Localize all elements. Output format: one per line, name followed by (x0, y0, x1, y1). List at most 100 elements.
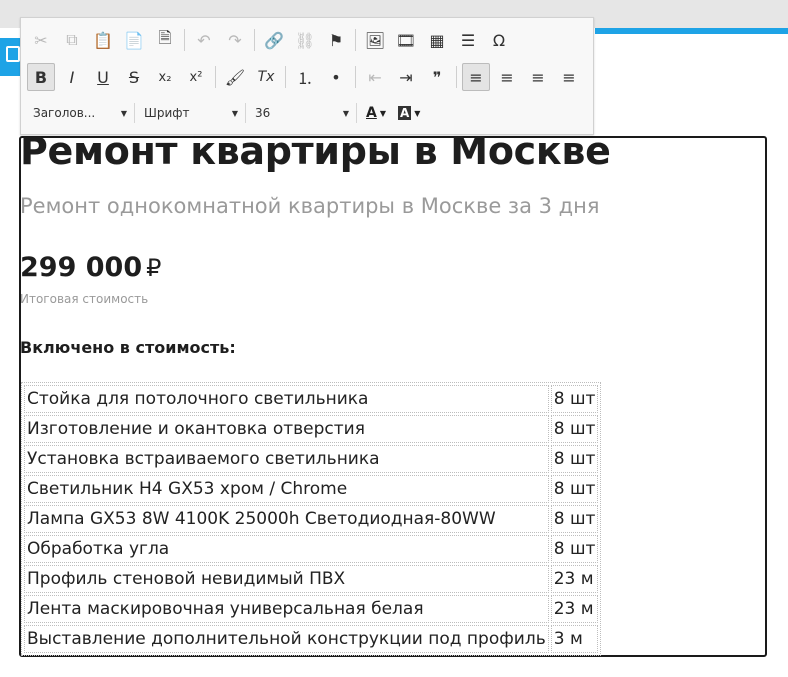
anchor-flag-button[interactable]: ⚑ (322, 26, 350, 54)
toolbar-row-formatting: B I U Sx₂ x² 🖌 Tx ⒈ • ⇤ ⇥ ❞ ≡ ≡ ≡ ≡ (27, 62, 586, 92)
item-name-cell[interactable]: Лампа GX53 8W 4100K 25000h Светодиодная-… (24, 505, 549, 533)
image-button[interactable]: 🖼 (361, 26, 389, 54)
background-color-button[interactable]: A ▼ (392, 100, 426, 126)
redo-button[interactable]: ↷ (221, 26, 249, 54)
page-subtitle: Ремонт однокомнатной квартиры в Москве з… (20, 194, 600, 218)
bold-button[interactable]: B (27, 63, 55, 91)
table-row: Стойка для потолочного светильника 8 шт (24, 385, 599, 413)
cut-icon: ✂ (34, 30, 48, 50)
chevron-down-icon: ▼ (379, 108, 386, 118)
paste-word-icon: 🗎 (158, 27, 172, 47)
left-panel-toggle[interactable] (0, 38, 22, 76)
divider (356, 103, 357, 123)
special-char-icon: Ω (492, 30, 506, 50)
item-name-cell[interactable]: Обработка угла (24, 535, 549, 563)
size-dropdown-label: 36 (255, 106, 271, 120)
table-button[interactable]: ▦ (423, 26, 451, 54)
align-left-icon: ≡ (469, 67, 483, 87)
item-qty-cell[interactable]: 23 м (550, 565, 599, 593)
subscript-icon: x₂ (158, 69, 172, 85)
paste-text-icon: 📄 (124, 30, 144, 50)
item-name-cell[interactable]: Установка встраиваемого светильника (24, 445, 549, 473)
item-name-cell[interactable]: Светильник H4 GX53 хром / Chrome (24, 475, 549, 503)
chevron-down-icon: ▼ (342, 108, 349, 118)
outdent-button[interactable]: ⇤ (361, 63, 389, 91)
outdent-icon: ⇤ (368, 67, 382, 87)
text-color-button[interactable]: A ▼ (360, 100, 392, 126)
paste-word-button[interactable]: 🗎 (151, 26, 179, 54)
divider (215, 66, 216, 88)
paste-button[interactable]: 📋 (89, 26, 117, 54)
item-name-cell[interactable]: Изготовление и окантовка отверстия (24, 415, 549, 443)
align-right-button[interactable]: ≡ (524, 63, 552, 91)
item-qty-cell[interactable]: 8 шт (550, 535, 599, 563)
item-name-cell[interactable]: Лента маскировочная универсальная белая (24, 595, 549, 623)
font-dropdown-label: Шрифт (144, 106, 190, 120)
table-row: Светильник H4 GX53 хром / Chrome 8 шт (24, 475, 599, 503)
editor-toolbar: ✂ ⧉ 📋 📄 🗎 ↶ ↷ 🔗 ⛓ ⚑ 🖼 🎞 ▦ ☰ Ω B I U Sx₂ x² 🖌 Tx ⒈ • ⇤ ⇥ ❞ ≡ ≡ ≡ ≡ Заг… (20, 17, 594, 135)
item-qty-cell[interactable]: 8 шт (550, 445, 599, 473)
subscript-button[interactable]: x₂ (151, 63, 179, 91)
size-dropdown[interactable]: 36 ▼ (249, 100, 353, 126)
bold-icon: B (34, 67, 48, 87)
underline-button[interactable]: U (89, 63, 117, 91)
blockquote-icon: ❞ (432, 67, 442, 87)
font-dropdown[interactable]: Шрифт ▼ (138, 100, 242, 126)
align-justify-icon: ≡ (562, 67, 576, 87)
item-qty-cell[interactable]: 23 м (550, 595, 599, 623)
text-color-icon: A (366, 105, 377, 121)
bulleted-list-button[interactable]: • (322, 63, 350, 91)
divider (184, 29, 185, 51)
align-justify-button[interactable]: ≡ (555, 63, 583, 91)
format-paint-button[interactable]: 🖌 (221, 63, 249, 91)
horizontal-line-button[interactable]: ☰ (454, 26, 482, 54)
italic-button[interactable]: I (58, 63, 86, 91)
item-qty-cell[interactable]: 8 шт (550, 475, 599, 503)
cut-button[interactable]: ✂ (27, 26, 55, 54)
indent-button[interactable]: ⇥ (392, 63, 420, 91)
redo-icon: ↷ (228, 30, 242, 50)
blockquote-button[interactable]: ❞ (423, 63, 451, 91)
undo-button[interactable]: ↶ (190, 26, 218, 54)
table-row: Лента маскировочная универсальная белая 2… (24, 595, 599, 623)
item-name-cell[interactable]: Профиль стеновой невидимый ПВХ (24, 565, 549, 593)
align-center-icon: ≡ (500, 67, 514, 87)
item-qty-cell[interactable]: 3 м (550, 625, 599, 653)
link-button[interactable]: 🔗 (260, 26, 288, 54)
divider (254, 29, 255, 51)
clear-format-button[interactable]: Tx (252, 63, 280, 91)
unlink-button[interactable]: ⛓ (291, 26, 319, 54)
item-qty-cell[interactable]: 8 шт (550, 385, 599, 413)
numbered-list-button[interactable]: ⒈ (291, 63, 319, 91)
divider (245, 103, 246, 123)
table-row: Изготовление и окантовка отверстия 8 шт (24, 415, 599, 443)
strikethrough-icon: S (128, 67, 140, 87)
divider (285, 66, 286, 88)
video-button[interactable]: 🎞 (392, 26, 420, 54)
align-left-button[interactable]: ≡ (462, 63, 490, 91)
currency-sign: ₽ (146, 254, 162, 282)
chevron-down-icon: ▼ (231, 108, 238, 118)
divider (134, 103, 135, 123)
item-name-cell[interactable]: Стойка для потолочного светильника (24, 385, 549, 413)
superscript-button[interactable]: x² (182, 63, 210, 91)
copy-icon: ⧉ (66, 30, 78, 49)
copy-button[interactable]: ⧉ (58, 26, 86, 54)
price-value: 299 000 (20, 252, 143, 283)
special-char-button[interactable]: Ω (485, 26, 513, 54)
chevron-down-icon: ▼ (120, 108, 127, 118)
divider (355, 66, 356, 88)
window-icon (6, 46, 20, 62)
item-name-cell[interactable]: Выставление дополнительной конструкции п… (24, 625, 549, 653)
paste-text-button[interactable]: 📄 (120, 26, 148, 54)
item-qty-cell[interactable]: 8 шт (550, 415, 599, 443)
divider (355, 29, 356, 51)
strikethrough-button[interactable]: S (120, 63, 148, 91)
anchor-flag-icon: ⚑ (328, 30, 344, 50)
item-qty-cell[interactable]: 8 шт (550, 505, 599, 533)
clear-format-icon: Tx (257, 69, 275, 85)
image-icon: 🖼 (364, 30, 386, 50)
format-dropdown[interactable]: Заголов... ▼ (27, 100, 131, 126)
align-center-button[interactable]: ≡ (493, 63, 521, 91)
indent-icon: ⇥ (399, 67, 413, 87)
